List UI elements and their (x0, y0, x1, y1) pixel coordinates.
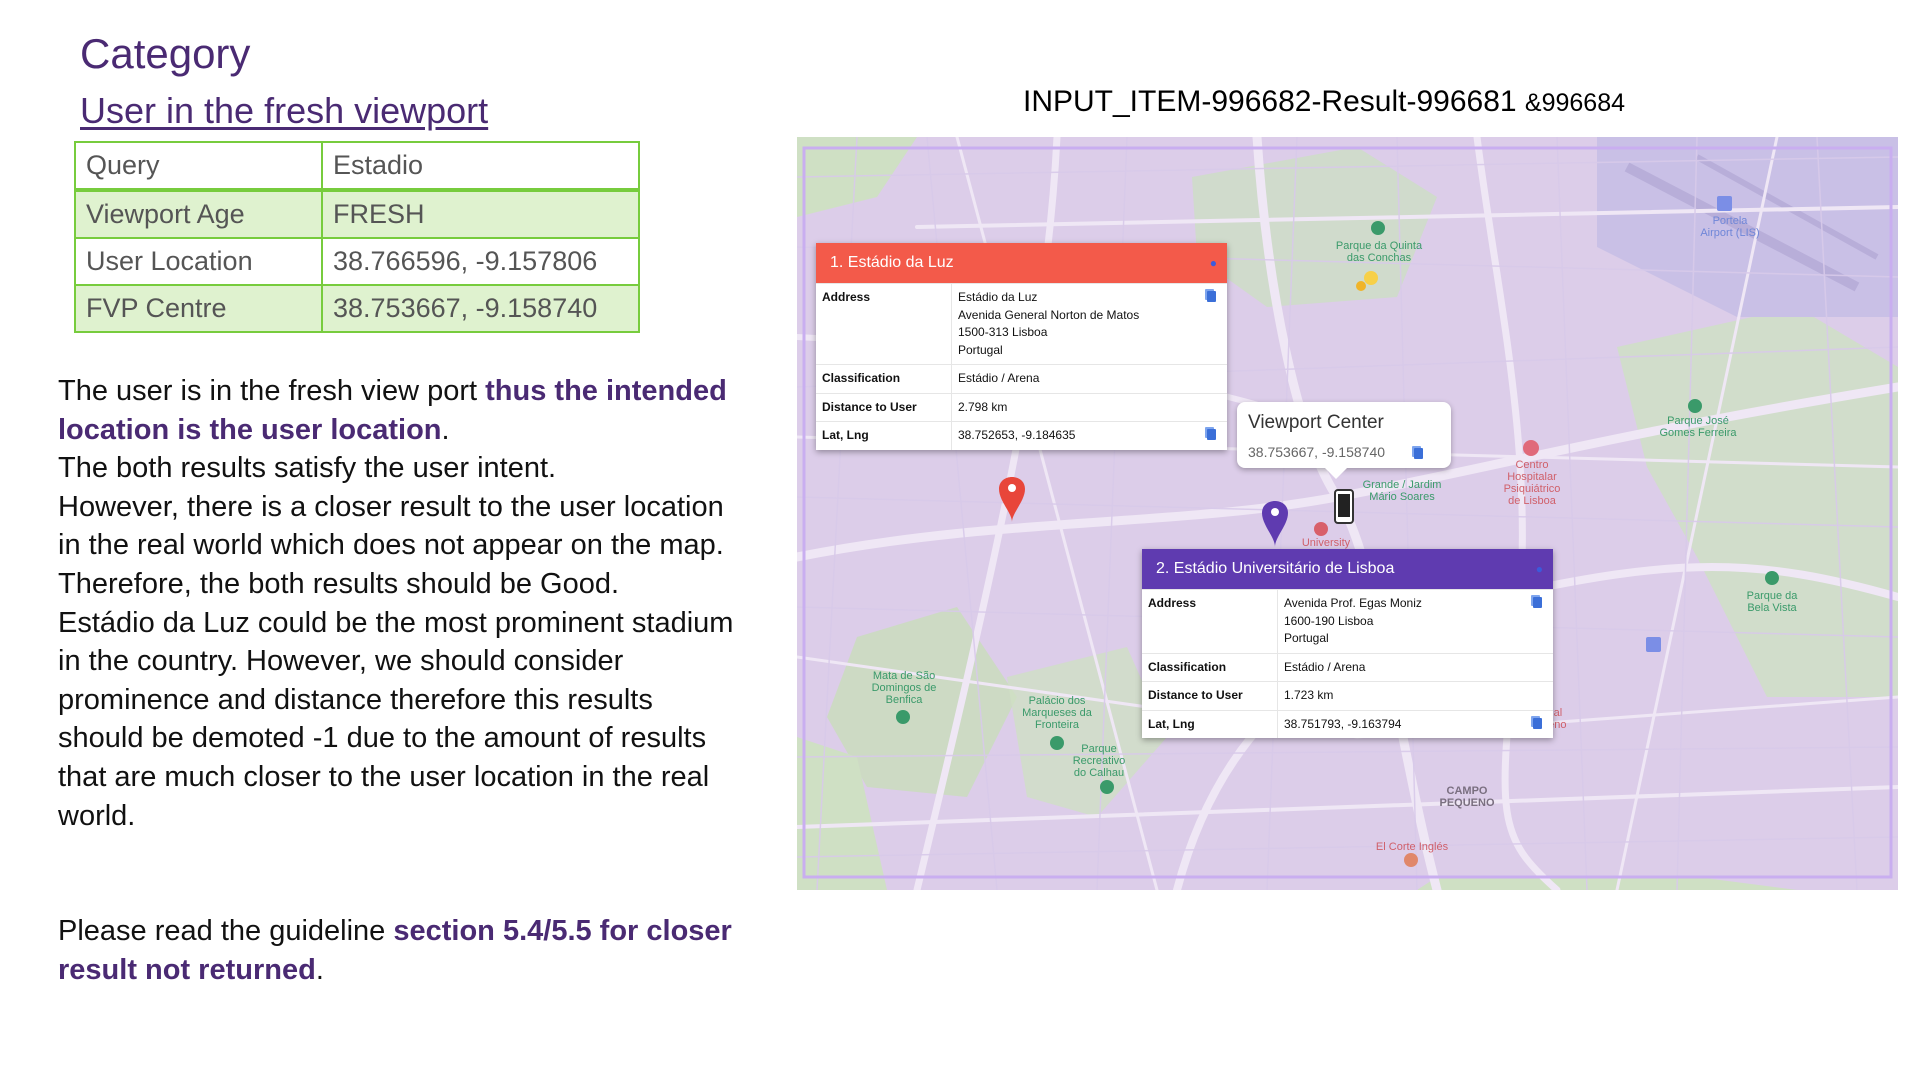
explanation-p2: The both results satisfy the user intent… (58, 452, 557, 485)
transit-icon (1646, 637, 1661, 652)
explanation-p4: Estádio da Luz could be the most promine… (58, 606, 734, 832)
table-row: Viewport Age FRESH (74, 189, 640, 239)
table-row: Classification Estádio / Arena (816, 364, 1227, 393)
map-item-id-header: INPUT_ITEM-996682-Result-996681 &996684 (1023, 85, 1625, 119)
place-label-campo-grande: Grande / Jardim Mário Soares (1362, 479, 1442, 503)
detail-value: 38.751793, -9.163794 (1277, 709, 1553, 738)
result2-popup-header: 2. Estádio Universitário de Lisboa ● (1142, 549, 1553, 589)
place-label-palacio-fronteira: Palácio dos Marqueses da Fronteira (1022, 695, 1092, 731)
place-label-corte-ingles: El Corte Inglés (1375, 841, 1449, 853)
detail-value: 2.798 km (951, 392, 1227, 422)
table-key-cell: FVP Centre (74, 284, 323, 333)
copy-icon[interactable] (1207, 428, 1217, 440)
viewport-center-coords: 38.753667, -9.158740 (1248, 444, 1386, 460)
guideline-note-end: . (315, 953, 324, 986)
table-row: FVP Centre 38.753667, -9.158740 (74, 284, 640, 333)
result1-popup[interactable]: 1. Estádio da Luz ● Address Estádio da L… (816, 243, 1227, 450)
detail-value: Estádio / Arena (1277, 652, 1553, 682)
airport-icon (1717, 196, 1732, 211)
place-label-calhau: Parque Recreativo do Calhau (1072, 743, 1126, 779)
detail-key: Lat, Lng (1142, 709, 1278, 738)
copy-icon[interactable] (1533, 717, 1543, 729)
place-label-mata-benfica: Mata de São Domingos de Benfica (871, 670, 937, 706)
table-row: Distance to User 2.798 km (816, 392, 1227, 422)
result2-title: 2. Estádio Universitário de Lisboa (1156, 560, 1395, 577)
pin-icon[interactable]: ● (1536, 549, 1543, 589)
table-row: Lat, Lng 38.752653, -9.184635 (816, 421, 1227, 450)
result2-popup[interactable]: 2. Estádio Universitário de Lisboa ● Add… (1142, 549, 1553, 738)
detail-value-text: 38.752653, -9.184635 (958, 428, 1076, 442)
table-row: Lat, Lng 38.751793, -9.163794 (1142, 709, 1553, 738)
table-value-cell: 38.753667, -9.158740 (321, 284, 640, 333)
explanation-text: The user is in the fresh view port thus … (58, 372, 738, 835)
table-value-cell: Estadio (321, 141, 640, 192)
copy-icon[interactable] (1533, 596, 1543, 608)
place-label-jose-gomes: Parque José Gomes Ferreira (1659, 415, 1737, 439)
detail-key: Address (1142, 589, 1278, 653)
result2-details-table: Address Avenida Prof. Egas Moniz 1600-19… (1142, 589, 1553, 738)
table-row: User Location 38.766596, -9.157806 (74, 237, 640, 286)
detail-value: 1.723 km (1277, 681, 1553, 710)
table-value-cell: FRESH (321, 189, 640, 239)
detail-key: Classification (1142, 652, 1278, 682)
hospital-icon (1523, 440, 1539, 456)
place-label-university: University (1301, 537, 1351, 549)
detail-value-text: Avenida Prof. Egas Moniz 1600-190 Lisboa… (1284, 596, 1422, 645)
table-row: Distance to User 1.723 km (1142, 681, 1553, 710)
university-icon (1314, 522, 1328, 536)
table-row: Address Avenida Prof. Egas Moniz 1600-19… (1142, 589, 1553, 653)
query-info-table: Query Estadio Viewport Age FRESH User Lo… (74, 141, 640, 333)
category-heading: Category (80, 30, 251, 77)
tooltip-tail (1325, 468, 1347, 479)
table-key-cell: Viewport Age (74, 189, 323, 239)
table-key-cell: User Location (74, 237, 323, 286)
table-key-cell: Query (74, 141, 323, 192)
detail-key: Address (816, 283, 952, 365)
place-label-bela-vista: Parque da Bela Vista (1746, 590, 1798, 614)
explanation-p1: The user is in the fresh view port (58, 375, 486, 407)
table-row: Classification Estádio / Arena (1142, 652, 1553, 682)
category-subtitle-link[interactable]: User in the fresh viewport (80, 90, 488, 132)
detail-value: 38.752653, -9.184635 (951, 421, 1227, 450)
detail-key: Distance to User (1142, 681, 1278, 710)
pin-icon[interactable]: ● (1210, 243, 1217, 283)
result1-popup-header: 1. Estádio da Luz ● (816, 243, 1227, 283)
detail-value-text: 38.751793, -9.163794 (1284, 716, 1402, 731)
map-view[interactable]: Portela Airport (LIS) Parque da Quinta d… (797, 137, 1898, 890)
copy-icon[interactable] (1414, 446, 1423, 464)
table-value-cell: 38.766596, -9.157806 (321, 237, 640, 286)
explanation-p3: However, there is a closer result to the… (58, 490, 724, 600)
corte-ingles-icon (1404, 853, 1418, 867)
guideline-note: Please read the guideline section 5.4/5.… (58, 912, 738, 989)
result1-details-table: Address Estádio da Luz Avenida General N… (816, 283, 1227, 450)
table-row: Query Estadio (74, 141, 640, 192)
result1-title: 1. Estádio da Luz (830, 254, 954, 271)
explanation-p1-end: . (441, 413, 450, 446)
place-label-quinta-conchas: Parque da Quinta das Conchas (1335, 240, 1423, 264)
map-item-id-extra: &996684 (1524, 89, 1626, 117)
place-label-airport: Portela Airport (LIS) (1700, 215, 1760, 239)
detail-value: Estádio / Arena (951, 364, 1227, 393)
detail-key: Distance to User (816, 392, 952, 422)
copy-icon[interactable] (1207, 290, 1217, 302)
map-item-id: INPUT_ITEM-996682-Result-996681 (1023, 85, 1525, 118)
place-label-campo-pequeno: CAMPO PEQUENO (1439, 785, 1495, 809)
detail-value-text: Estádio da Luz Avenida General Norton de… (958, 290, 1140, 357)
viewport-center-tooltip: Viewport Center 38.753667, -9.158740 (1237, 402, 1451, 479)
detail-value: Estádio da Luz Avenida General Norton de… (951, 283, 1227, 365)
detail-key: Lat, Lng (816, 421, 952, 450)
place-label-hospital: Centro Hospitalar Psiquiátrico de Lisboa (1503, 459, 1561, 507)
guideline-note-text: Please read the guideline (58, 915, 394, 947)
detail-value: Avenida Prof. Egas Moniz 1600-190 Lisboa… (1277, 589, 1553, 653)
table-row: Address Estádio da Luz Avenida General N… (816, 283, 1227, 365)
viewport-center-title: Viewport Center (1248, 412, 1384, 433)
detail-key: Classification (816, 364, 952, 393)
